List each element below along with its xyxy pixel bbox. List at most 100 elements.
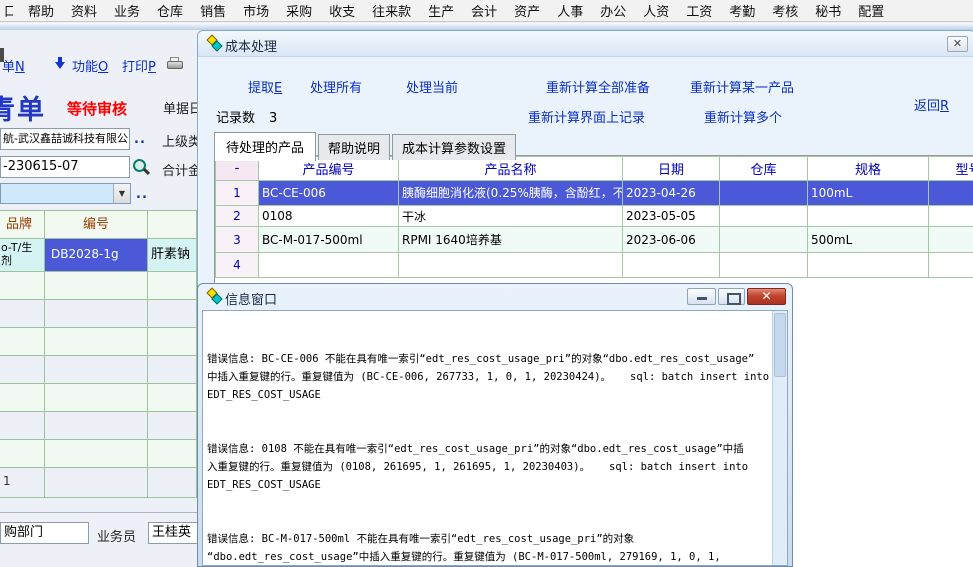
product-code-cell[interactable]: 0108 xyxy=(259,206,399,227)
product-code-cell[interactable]: BC-CE-006 xyxy=(259,181,399,206)
menu-item-clipped[interactable]: 口 xyxy=(2,0,13,21)
dialog-titlebar[interactable]: 成本处理 ✕ xyxy=(198,31,973,57)
search-icon[interactable] xyxy=(129,157,151,177)
brand-header: 品牌 xyxy=(0,211,45,239)
product-code-cell[interactable]: BC-M-017-500ml xyxy=(259,227,399,253)
menu-item-accounting[interactable]: 会计 xyxy=(469,0,499,21)
row-number[interactable]: 1 xyxy=(216,181,259,206)
new-doc-button[interactable]: 单N xyxy=(2,56,25,75)
printer-icon[interactable] xyxy=(167,57,184,74)
tab-pending-products[interactable]: 待处理的产品 xyxy=(214,132,316,161)
doc-date-label: 单据日 xyxy=(163,98,197,117)
menu-item-help[interactable]: 帮助 xyxy=(26,0,56,21)
model-cell[interactable] xyxy=(929,227,973,253)
maximize-icon[interactable] xyxy=(718,288,745,305)
grid-empty-row xyxy=(0,300,197,328)
salesman-input[interactable]: 王桂英 xyxy=(148,522,197,544)
table-row[interactable]: 3 BC-M-017-500ml RPMI 1640培养基 2023-06-06… xyxy=(216,227,973,253)
menu-item-hr[interactable]: 人事 xyxy=(555,0,585,21)
row-number[interactable]: 4 xyxy=(216,253,259,278)
product-name-cell[interactable]: RPMI 1640培养基 xyxy=(399,227,623,253)
menu-item-office[interactable]: 办公 xyxy=(598,0,628,21)
doc-no-input[interactable]: -230615-07 xyxy=(0,156,130,178)
warehouse-cell[interactable] xyxy=(720,181,808,206)
date-cell[interactable]: 2023-04-26 xyxy=(623,181,720,206)
menu-item-payments[interactable]: 收支 xyxy=(327,0,357,21)
spec-cell[interactable]: 500mL xyxy=(808,227,929,253)
menu-item-assets[interactable]: 资产 xyxy=(512,0,542,21)
chevron-down-icon[interactable]: ▼ xyxy=(113,184,130,203)
error-message: 错误信息: BC-CE-006 不能在具有唯一索引“edt_res_cost_u… xyxy=(207,350,770,404)
menu-item-production[interactable]: 生产 xyxy=(426,0,456,21)
vertical-scrollbar[interactable] xyxy=(772,311,787,565)
code-cell-selected[interactable]: DB2028-1g xyxy=(45,239,148,272)
product-name-cell[interactable] xyxy=(399,253,623,278)
date-cell[interactable]: 2023-05-05 xyxy=(623,206,720,227)
spec-cell[interactable] xyxy=(808,206,929,227)
function-button[interactable]: 功能O xyxy=(72,56,108,75)
category-combobox[interactable]: ▼ xyxy=(0,183,131,204)
spec-cell[interactable] xyxy=(808,253,929,278)
process-current-button[interactable]: 处理当前 xyxy=(406,77,458,96)
menu-item-purchase[interactable]: 采购 xyxy=(284,0,314,21)
menu-item-secretary[interactable]: 秘书 xyxy=(813,0,843,21)
menu-item-business[interactable]: 业务 xyxy=(112,0,142,21)
row-number[interactable]: 2 xyxy=(216,206,259,227)
department-input[interactable]: 购部门 xyxy=(0,522,89,544)
menu-item-hr2[interactable]: 人资 xyxy=(641,0,671,21)
close-icon[interactable]: ✕ xyxy=(747,288,786,305)
model-cell[interactable] xyxy=(929,206,973,227)
process-all-button[interactable]: 处理所有 xyxy=(310,77,362,96)
spec-cell[interactable]: 100mL xyxy=(808,181,929,206)
menu-item-accounts[interactable]: 往来款 xyxy=(370,0,413,21)
supplier-input[interactable]: 航-武汉鑫喆诚科技有限公 xyxy=(0,128,130,150)
down-arrow-icon xyxy=(55,57,66,74)
menu-item-market[interactable]: 市场 xyxy=(241,0,271,21)
date-cell[interactable]: 2023-06-06 xyxy=(623,227,720,253)
back-button[interactable]: 返回R xyxy=(914,95,949,114)
brand-cell[interactable]: o-T/生 剂 xyxy=(0,239,45,272)
product-name-cell[interactable]: 胰酶细胞消化液(0.25%胰酶，含酚红，不含EDTA) xyxy=(399,181,623,206)
category-lookup-button[interactable]: .. xyxy=(136,187,148,202)
extract-button[interactable]: 提取E xyxy=(248,77,282,96)
minimize-icon[interactable] xyxy=(687,288,716,305)
date-cell[interactable] xyxy=(623,253,720,278)
menu-item-attendance[interactable]: 考勤 xyxy=(727,0,757,21)
warehouse-cell[interactable] xyxy=(720,227,808,253)
scrollbar-thumb[interactable] xyxy=(774,313,786,377)
close-icon[interactable]: ✕ xyxy=(947,36,968,52)
warehouse-cell[interactable] xyxy=(720,253,808,278)
row-number[interactable]: 3 xyxy=(216,227,259,253)
product-name-cell[interactable]: 干冰 xyxy=(399,206,623,227)
table-row[interactable]: 4 xyxy=(216,253,973,278)
menu-item-sales[interactable]: 销售 xyxy=(198,0,228,21)
menu-item-data[interactable]: 资料 xyxy=(69,0,99,21)
warehouse-cell[interactable] xyxy=(720,206,808,227)
model-cell[interactable] xyxy=(929,253,973,278)
model-header: 型号 xyxy=(929,157,973,181)
error-log[interactable]: 错误信息: BC-CE-006 不能在具有唯一索引“edt_res_cost_u… xyxy=(203,311,772,565)
tab-help[interactable]: 帮助说明 xyxy=(318,134,390,160)
table-row[interactable]: 1 BC-CE-006 胰酶细胞消化液(0.25%胰酶，含酚红，不含EDTA) … xyxy=(216,181,973,206)
row-number: 1 xyxy=(0,468,45,498)
diamonds-icon xyxy=(206,35,222,51)
menu-item-warehouse[interactable]: 仓库 xyxy=(155,0,185,21)
menu-item-config[interactable]: 配置 xyxy=(856,0,886,21)
menu-item-review[interactable]: 考核 xyxy=(770,0,800,21)
recalc-multiple-button[interactable]: 重新计算多个 xyxy=(704,107,782,126)
product-code-cell[interactable] xyxy=(259,253,399,278)
print-button[interactable]: 打印P xyxy=(122,56,156,75)
recalc-prepare-button[interactable]: 重新计算全部准备 xyxy=(546,77,650,96)
parent-type-label: 上级类 xyxy=(162,131,197,150)
grid-row-selected[interactable]: o-T/生 剂 DB2028-1g 肝素钠 xyxy=(0,239,197,272)
recalc-ui-records-button[interactable]: 重新计算界面上记录 xyxy=(528,107,645,126)
divider xyxy=(0,512,197,513)
menu-item-payroll[interactable]: 工资 xyxy=(684,0,714,21)
name-cell[interactable]: 肝素钠 xyxy=(148,239,197,272)
table-row[interactable]: 2 0108 干冰 2023-05-05 xyxy=(216,206,973,227)
model-cell[interactable] xyxy=(929,181,973,206)
table-header-row: - 产品编号 产品名称 日期 仓库 规格 型号 xyxy=(216,157,973,181)
supplier-lookup-button[interactable]: .. xyxy=(134,132,146,147)
recalc-one-product-button[interactable]: 重新计算某一产品 xyxy=(690,77,794,96)
tab-cost-params[interactable]: 成本计算参数设置 xyxy=(392,134,516,160)
